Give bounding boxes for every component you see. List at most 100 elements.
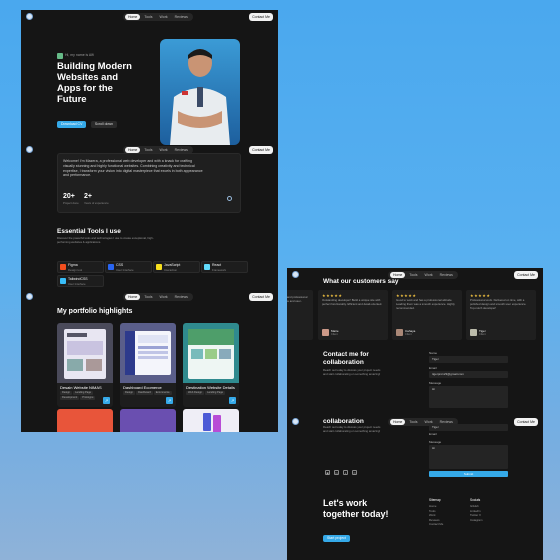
- tag: Prototype: [80, 396, 96, 400]
- footer-headline: Let's work together today!: [323, 498, 389, 519]
- contact-button[interactable]: Contact Me: [249, 146, 273, 154]
- project-card-partial[interactable]: [183, 409, 239, 432]
- contact-title-continued: collaboration: [323, 418, 364, 425]
- testimonial-text: Good to work and has a professional atti…: [396, 298, 455, 310]
- nav-menu: Home Tools Work Reviews: [123, 293, 193, 301]
- avatar: [470, 329, 477, 336]
- nav-home[interactable]: Home: [390, 419, 406, 425]
- contact-title: Contact me for collaboration: [323, 351, 369, 366]
- nav-tools[interactable]: Tools: [141, 14, 155, 20]
- portfolio-title: My portfolio highlights: [57, 308, 133, 315]
- nav-reviews[interactable]: Reviews: [172, 14, 191, 20]
- nav-work[interactable]: Work: [157, 294, 171, 300]
- nav-reviews[interactable]: Reviews: [437, 272, 456, 278]
- nav-tools[interactable]: Tools: [406, 419, 420, 425]
- tool-desc: Interaction: [164, 268, 178, 272]
- project-thumbnail: [57, 323, 113, 383]
- message-textarea[interactable]: Hi: [429, 445, 508, 469]
- linkedin-icon[interactable]: in: [334, 470, 339, 475]
- tool-name: Figma: [68, 263, 78, 267]
- figma-icon: [60, 264, 66, 270]
- contact-button[interactable]: Contact Me: [514, 418, 538, 426]
- tool-javascript: JavaScript Interaction: [153, 261, 200, 273]
- logo[interactable]: [26, 293, 33, 300]
- open-project-arrow-icon[interactable]: ↗: [229, 397, 236, 404]
- hero-portrait: [160, 39, 240, 145]
- portfolio-page-screenshot: Home Tools Work Reviews Contact Me Hi, m…: [21, 10, 278, 432]
- sitemap-link[interactable]: Contact Me: [429, 522, 443, 527]
- tag: Dashboard: [136, 391, 153, 395]
- tool-name: TailwindCSS: [68, 277, 88, 281]
- reviewer-role: Client: [331, 333, 338, 336]
- twitter-x-icon[interactable]: x: [343, 470, 348, 475]
- navbar-sticky: Home Tools Work Reviews Contact Me: [21, 290, 278, 304]
- project-card[interactable]: Dashboard Ecomerce Design Dashboard Ecom…: [120, 323, 176, 407]
- tool-desc: Design tool: [68, 268, 82, 272]
- javascript-icon: [156, 264, 162, 270]
- tag: Web Design: [186, 391, 205, 395]
- nav-home[interactable]: Home: [125, 14, 141, 20]
- hero-headline: Building Modern Websites and Apps for th…: [57, 61, 132, 105]
- contact-button[interactable]: Contact Me: [249, 13, 273, 21]
- project-card[interactable]: Desain Website NIMAS Design Landing Page…: [57, 323, 113, 407]
- person-portrait-image: [170, 49, 230, 145]
- contact-button[interactable]: Contact Me: [249, 293, 273, 301]
- contact-subtitle: Reach out today to discuss your project …: [323, 425, 381, 433]
- nav-tools[interactable]: Tools: [141, 294, 155, 300]
- nav-work[interactable]: Work: [422, 272, 436, 278]
- tool-react: React Framework: [201, 261, 248, 273]
- logo[interactable]: [26, 13, 33, 20]
- testimonial-text: Outstanding and professional result. Int…: [287, 295, 308, 303]
- testimonial-text: Outstanding developer! Build a unique si…: [322, 298, 383, 306]
- stat-projects-label: Project done: [63, 201, 79, 205]
- scroll-down-button[interactable]: Scroll down: [90, 121, 117, 128]
- nav-reviews[interactable]: Reviews: [172, 294, 191, 300]
- open-project-arrow-icon[interactable]: ↗: [166, 397, 173, 404]
- instagram-icon[interactable]: ◎: [352, 470, 357, 475]
- tag: Development: [60, 396, 80, 400]
- tool-figma: Figma Design tool: [57, 261, 104, 273]
- github-icon[interactable]: ◉: [325, 470, 330, 475]
- message-label: Message: [429, 381, 442, 385]
- tool-css: CSS User Interface: [105, 261, 152, 273]
- react-icon: [204, 264, 210, 270]
- navbar: Home Tools Work Reviews Contact Me: [21, 10, 278, 24]
- testimonial-text: Professional work. Delivered on time, wi…: [470, 298, 527, 310]
- reviewer-role: Client: [479, 333, 486, 336]
- social-link[interactable]: Instagram: [470, 518, 482, 523]
- logo[interactable]: [26, 146, 33, 153]
- download-cv-button[interactable]: Download CV: [57, 121, 87, 128]
- nav-home[interactable]: Home: [125, 294, 141, 300]
- stat-projects-value: 20+: [63, 193, 75, 200]
- socials-list: GitHub LinkedIn Twitter X Instagram: [470, 504, 482, 522]
- submit-button[interactable]: Submit: [429, 471, 508, 477]
- project-tags: Web Design Landing Page: [183, 390, 239, 396]
- nav-menu: Home Tools Work Reviews: [123, 13, 193, 21]
- nav-work[interactable]: Work: [157, 14, 171, 20]
- stat-years-value: 2+: [84, 193, 92, 200]
- tool-desc: Framework: [212, 268, 226, 272]
- about-card: Welcome! I'm Mazera, a professional web …: [57, 153, 241, 213]
- project-card-partial[interactable]: [57, 409, 113, 432]
- logo[interactable]: [292, 271, 299, 278]
- tool-name: CSS: [116, 263, 124, 267]
- message-value: Hi: [432, 446, 435, 450]
- project-thumbnail: [120, 323, 176, 383]
- project-card[interactable]: Destination Website Details Web Design L…: [183, 323, 239, 407]
- name-input[interactable]: Tiger: [429, 356, 508, 363]
- tools-title: Essential Tools I use: [57, 228, 121, 235]
- open-project-arrow-icon[interactable]: ↗: [103, 397, 110, 404]
- message-textarea[interactable]: Hi: [429, 386, 508, 408]
- logo[interactable]: [292, 418, 299, 425]
- project-title: Dashboard Ecomerce: [123, 385, 162, 390]
- start-project-button[interactable]: Start project: [323, 535, 350, 542]
- project-card-partial[interactable]: [120, 409, 176, 432]
- sitemap-title: Sitemap: [429, 498, 441, 502]
- nav-tools[interactable]: Tools: [406, 272, 420, 278]
- contact-button[interactable]: Contact Me: [514, 271, 538, 279]
- scroll-down-icon[interactable]: [227, 196, 232, 201]
- contact-subtitle: Reach out today to discuss your project …: [323, 368, 381, 376]
- email-input[interactable]: tigerpro123@gmail.com: [429, 371, 508, 378]
- socials-title: Socials: [470, 498, 481, 502]
- tool-name: React: [212, 263, 222, 267]
